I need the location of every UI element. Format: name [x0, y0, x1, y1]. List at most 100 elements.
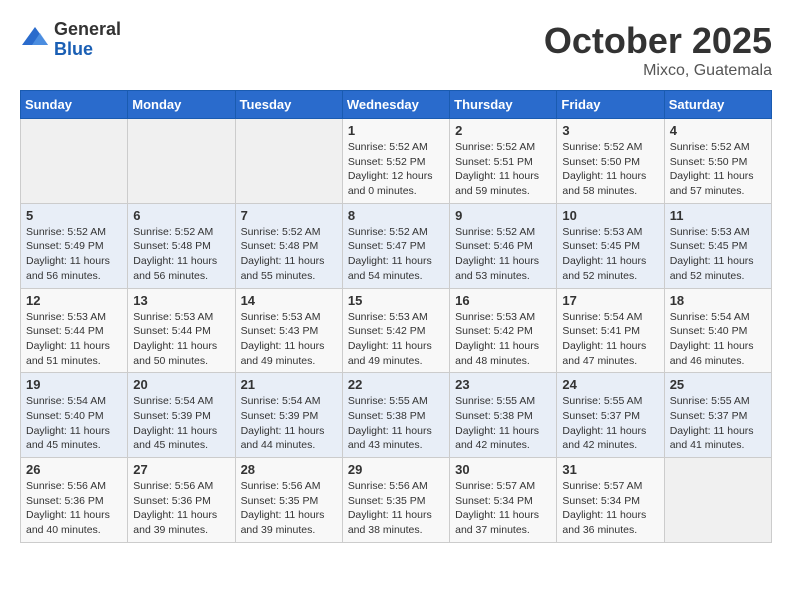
day-number: 7 [241, 208, 337, 223]
calendar-week-row: 5Sunrise: 5:52 AM Sunset: 5:49 PM Daylig… [21, 203, 772, 288]
calendar-cell [128, 119, 235, 204]
calendar-cell: 4Sunrise: 5:52 AM Sunset: 5:50 PM Daylig… [664, 119, 771, 204]
day-info: Sunrise: 5:53 AM Sunset: 5:42 PM Dayligh… [348, 310, 444, 369]
day-info: Sunrise: 5:53 AM Sunset: 5:42 PM Dayligh… [455, 310, 551, 369]
calendar-week-row: 26 Sunrise: 5:56 AM Sunset: 5:36 PM Dayli… [21, 458, 772, 543]
day-number: 28 [241, 462, 337, 477]
day-info: Sunrise: 5:56 AM Sunset: 5:36 PM Dayligh… [133, 479, 229, 538]
day-info: Sunrise: 5:52 AM Sunset: 5:48 PM Dayligh… [133, 225, 229, 284]
day-number: 24 [562, 377, 658, 392]
day-number: 4 [670, 123, 766, 138]
day-number: 26 [26, 462, 122, 477]
day-info: Sunrise: 5:52 AM Sunset: 5:47 PM Dayligh… [348, 225, 444, 284]
day-number: 19 [26, 377, 122, 392]
day-info: Sunrise: 5:52 AM Sunset: 5:50 PM Dayligh… [562, 140, 658, 199]
logo-icon [20, 25, 50, 55]
calendar-week-row: 1Sunrise: 5:52 AM Sunset: 5:52 PM Daylig… [21, 119, 772, 204]
calendar-cell: 22 Sunrise: 5:55 AM Sunset: 5:38 PM Dayli… [342, 373, 449, 458]
calendar-cell: 5Sunrise: 5:52 AM Sunset: 5:49 PM Daylig… [21, 203, 128, 288]
calendar-cell: 27 Sunrise: 5:56 AM Sunset: 5:36 PM Dayli… [128, 458, 235, 543]
calendar-cell: 10 Sunrise: 5:53 AM Sunset: 5:45 PM Dayli… [557, 203, 664, 288]
calendar-cell: 2 Sunrise: 5:52 AM Sunset: 5:51 PM Daylig… [450, 119, 557, 204]
day-info: Sunrise: 5:53 AM Sunset: 5:44 PM Dayligh… [133, 310, 229, 369]
calendar-week-row: 12 Sunrise: 5:53 AM Sunset: 5:44 PM Dayli… [21, 288, 772, 373]
location: Mixco, Guatemala [544, 62, 772, 80]
day-number: 18 [670, 293, 766, 308]
weekday-header: Saturday [664, 91, 771, 119]
day-info: Sunrise: 5:54 AM Sunset: 5:39 PM Dayligh… [133, 394, 229, 453]
calendar-cell: 1Sunrise: 5:52 AM Sunset: 5:52 PM Daylig… [342, 119, 449, 204]
day-info: Sunrise: 5:54 AM Sunset: 5:41 PM Dayligh… [562, 310, 658, 369]
day-info: Sunrise: 5:56 AM Sunset: 5:36 PM Dayligh… [26, 479, 122, 538]
day-number: 29 [348, 462, 444, 477]
day-number: 23 [455, 377, 551, 392]
page-header: General Blue October 2025 Mixco, Guatema… [20, 20, 772, 80]
day-info: Sunrise: 5:56 AM Sunset: 5:35 PM Dayligh… [241, 479, 337, 538]
day-number: 22 [348, 377, 444, 392]
calendar-cell [21, 119, 128, 204]
calendar-cell [664, 458, 771, 543]
calendar-cell: 31 Sunrise: 5:57 AM Sunset: 5:34 PM Dayli… [557, 458, 664, 543]
day-number: 30 [455, 462, 551, 477]
weekday-header: Wednesday [342, 91, 449, 119]
calendar-cell: 13 Sunrise: 5:53 AM Sunset: 5:44 PM Dayli… [128, 288, 235, 373]
calendar-cell: 9 Sunrise: 5:52 AM Sunset: 5:46 PM Daylig… [450, 203, 557, 288]
logo-text: General Blue [54, 20, 121, 60]
day-info: Sunrise: 5:55 AM Sunset: 5:38 PM Dayligh… [348, 394, 444, 453]
day-number: 10 [562, 208, 658, 223]
day-number: 14 [241, 293, 337, 308]
day-number: 25 [670, 377, 766, 392]
day-number: 27 [133, 462, 229, 477]
day-info: Sunrise: 5:52 AM Sunset: 5:46 PM Dayligh… [455, 225, 551, 284]
day-info: Sunrise: 5:53 AM Sunset: 5:45 PM Dayligh… [562, 225, 658, 284]
day-info: Sunrise: 5:52 AM Sunset: 5:51 PM Dayligh… [455, 140, 551, 199]
calendar-cell: 18 Sunrise: 5:54 AM Sunset: 5:40 PM Dayli… [664, 288, 771, 373]
weekday-header: Tuesday [235, 91, 342, 119]
day-number: 11 [670, 208, 766, 223]
day-info: Sunrise: 5:57 AM Sunset: 5:34 PM Dayligh… [562, 479, 658, 538]
day-number: 12 [26, 293, 122, 308]
day-number: 3 [562, 123, 658, 138]
day-info: Sunrise: 5:54 AM Sunset: 5:39 PM Dayligh… [241, 394, 337, 453]
calendar: SundayMondayTuesdayWednesdayThursdayFrid… [20, 90, 772, 543]
day-info: Sunrise: 5:53 AM Sunset: 5:43 PM Dayligh… [241, 310, 337, 369]
calendar-cell: 19 Sunrise: 5:54 AM Sunset: 5:40 PM Dayli… [21, 373, 128, 458]
day-number: 2 [455, 123, 551, 138]
calendar-cell: 25 Sunrise: 5:55 AM Sunset: 5:37 PM Dayli… [664, 373, 771, 458]
calendar-cell: 23 Sunrise: 5:55 AM Sunset: 5:38 PM Dayli… [450, 373, 557, 458]
logo: General Blue [20, 20, 121, 60]
day-info: Sunrise: 5:53 AM Sunset: 5:45 PM Dayligh… [670, 225, 766, 284]
calendar-cell: 29Sunrise: 5:56 AM Sunset: 5:35 PM Dayli… [342, 458, 449, 543]
day-number: 20 [133, 377, 229, 392]
calendar-cell: 14 Sunrise: 5:53 AM Sunset: 5:43 PM Dayli… [235, 288, 342, 373]
weekday-header: Monday [128, 91, 235, 119]
day-number: 13 [133, 293, 229, 308]
calendar-week-row: 19 Sunrise: 5:54 AM Sunset: 5:40 PM Dayli… [21, 373, 772, 458]
calendar-cell: 11 Sunrise: 5:53 AM Sunset: 5:45 PM Dayli… [664, 203, 771, 288]
day-number: 21 [241, 377, 337, 392]
day-info: Sunrise: 5:52 AM Sunset: 5:48 PM Dayligh… [241, 225, 337, 284]
day-number: 15 [348, 293, 444, 308]
calendar-cell [235, 119, 342, 204]
day-info: Sunrise: 5:54 AM Sunset: 5:40 PM Dayligh… [26, 394, 122, 453]
title-block: October 2025 Mixco, Guatemala [544, 20, 772, 80]
day-info: Sunrise: 5:55 AM Sunset: 5:38 PM Dayligh… [455, 394, 551, 453]
day-info: Sunrise: 5:55 AM Sunset: 5:37 PM Dayligh… [670, 394, 766, 453]
calendar-cell: 17 Sunrise: 5:54 AM Sunset: 5:41 PM Dayli… [557, 288, 664, 373]
day-info: Sunrise: 5:55 AM Sunset: 5:37 PM Dayligh… [562, 394, 658, 453]
day-number: 6 [133, 208, 229, 223]
day-info: Sunrise: 5:54 AM Sunset: 5:40 PM Dayligh… [670, 310, 766, 369]
day-number: 9 [455, 208, 551, 223]
logo-general: General [54, 20, 121, 40]
calendar-cell: 20 Sunrise: 5:54 AM Sunset: 5:39 PM Dayli… [128, 373, 235, 458]
day-number: 8 [348, 208, 444, 223]
day-number: 31 [562, 462, 658, 477]
day-number: 1 [348, 123, 444, 138]
weekday-header: Thursday [450, 91, 557, 119]
calendar-cell: 30 Sunrise: 5:57 AM Sunset: 5:34 PM Dayli… [450, 458, 557, 543]
day-number: 17 [562, 293, 658, 308]
calendar-cell: 3 Sunrise: 5:52 AM Sunset: 5:50 PM Daylig… [557, 119, 664, 204]
day-info: Sunrise: 5:57 AM Sunset: 5:34 PM Dayligh… [455, 479, 551, 538]
weekday-header-row: SundayMondayTuesdayWednesdayThursdayFrid… [21, 91, 772, 119]
calendar-cell: 26 Sunrise: 5:56 AM Sunset: 5:36 PM Dayli… [21, 458, 128, 543]
